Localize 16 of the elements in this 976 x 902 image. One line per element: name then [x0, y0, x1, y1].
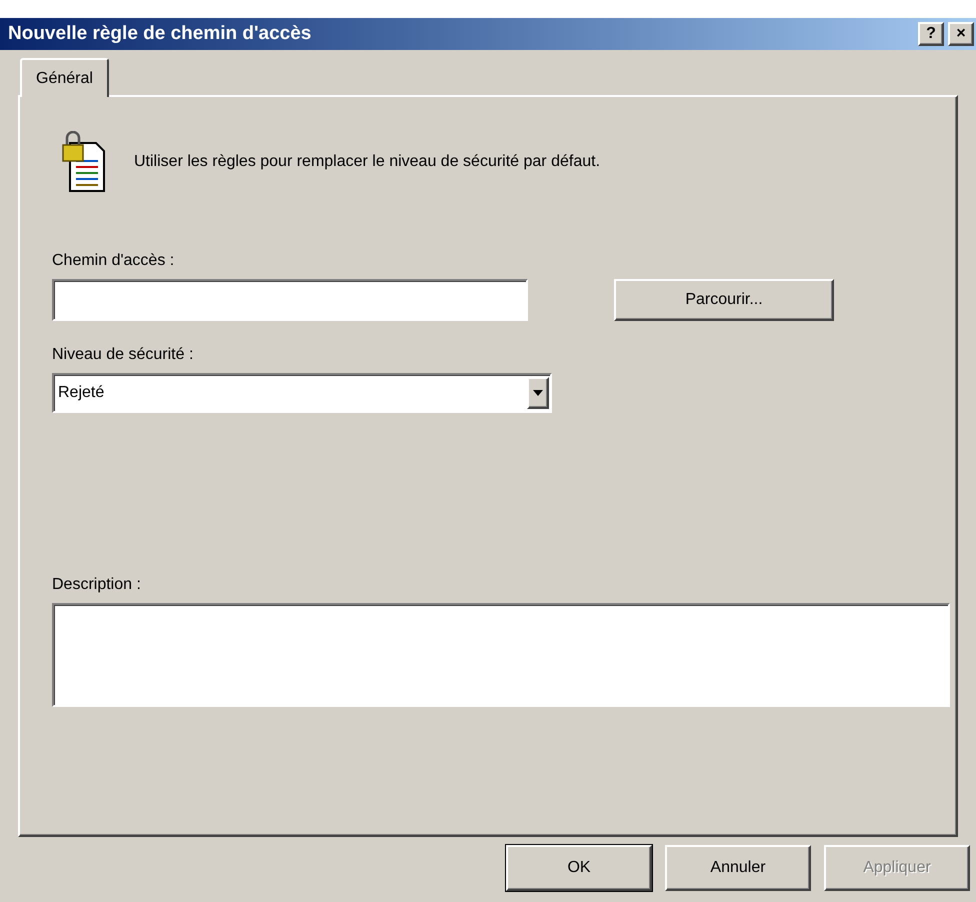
window-title: Nouvelle règle de chemin d'accès: [8, 22, 312, 46]
browse-button[interactable]: Parcourir...: [614, 279, 834, 321]
dialog-button[interactable]: Annuler: [665, 845, 811, 891]
intro-text: Utiliser les règles pour remplacer le niveau de sécurité par défaut.: [134, 152, 600, 172]
path-label: Chemin d'accès :: [52, 251, 174, 271]
dialog-button[interactable]: OK: [506, 845, 652, 891]
close-button[interactable]: ×: [948, 22, 974, 46]
description-field[interactable]: [52, 603, 950, 707]
dropdown-caret-icon: [527, 377, 549, 409]
security-level-label: Niveau de sécurité :: [52, 345, 194, 365]
help-button[interactable]: ?: [918, 22, 944, 46]
tab[interactable]: Général: [20, 58, 109, 97]
locked-document-icon: [62, 131, 106, 193]
description-label: Description :: [52, 575, 141, 595]
path-input-field[interactable]: [52, 279, 528, 321]
security-level-dropdown[interactable]: Rejeté: [52, 373, 552, 413]
